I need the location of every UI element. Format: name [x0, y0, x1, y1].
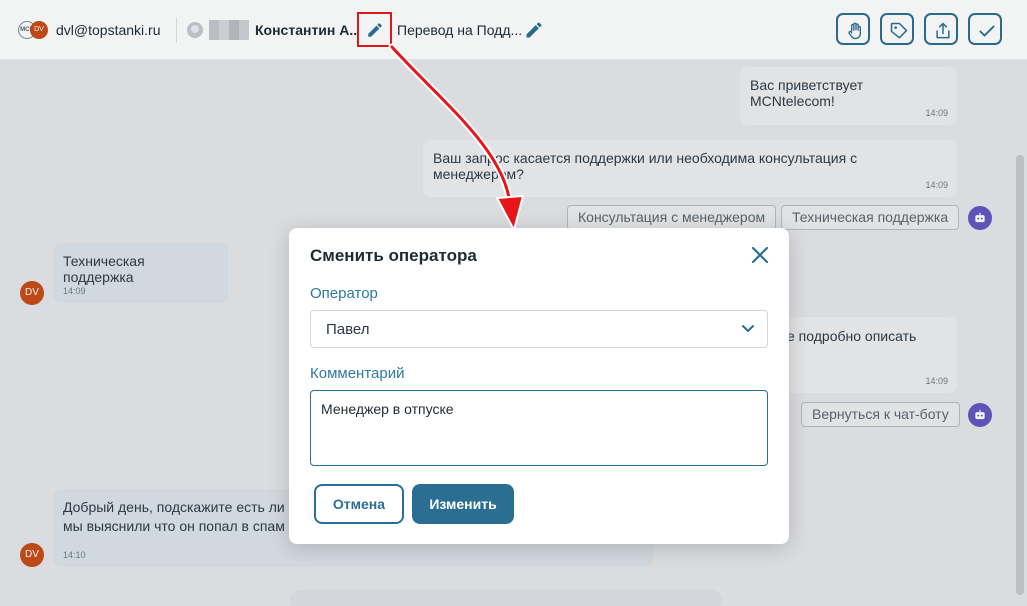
comment-input[interactable]: Менеджер в отпуске: [310, 390, 768, 466]
close-icon: [751, 246, 769, 264]
cancel-button[interactable]: Отмена: [314, 484, 404, 524]
operator-select[interactable]: Павел: [310, 310, 768, 348]
chevron-down-icon: [742, 325, 754, 332]
comment-label: Комментарий: [310, 365, 405, 382]
dialog-title: Сменить оператора: [310, 246, 477, 265]
close-button[interactable]: [749, 244, 771, 266]
submit-button[interactable]: Изменить: [412, 484, 514, 524]
operator-select-value: Павел: [326, 321, 370, 338]
operator-label: Оператор: [310, 285, 378, 302]
change-operator-dialog: Сменить оператора Оператор Павел Коммент…: [289, 228, 789, 544]
